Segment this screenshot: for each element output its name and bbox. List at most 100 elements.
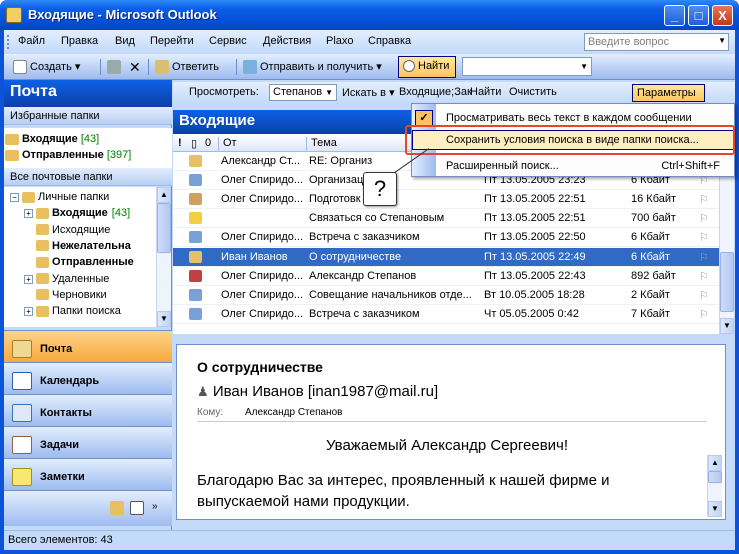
flag-icon[interactable]: ⚐ [699,231,709,244]
expand-toggle-icon[interactable]: − [10,193,19,202]
to-label: Кому: [197,407,224,418]
menu-go[interactable]: Перейти [150,35,194,47]
create-button[interactable]: Создать ▾ [10,58,83,76]
close-button[interactable]: X [712,5,733,26]
message-row[interactable]: Связаться со Степановым Пт 13.05.2005 22:… [173,209,719,229]
menu-bar: Файл Правка Вид Перейти Сервис Действия … [4,30,735,54]
help-placeholder: Введите вопрос [588,36,670,48]
favorite-sent[interactable]: Отправленные [397] [5,149,131,161]
column-subject[interactable]: Тема [311,137,337,149]
scroll-thumb[interactable] [720,252,734,312]
flag-icon[interactable]: ⚐ [699,289,709,302]
expand-toggle-icon[interactable]: + [24,209,33,219]
message-row[interactable]: Олег Спиридо... Подготовк Пт 13.05.2005 22… [173,190,719,210]
checkmark-icon: ✓ [415,110,433,126]
expand-toggle-icon[interactable]: + [24,274,33,284]
look-for-input[interactable]: Степанов ▼ [269,84,337,101]
scroll-thumb[interactable] [157,203,171,253]
message-row[interactable]: Олег Спиридо... Совещание начальников отд… [173,286,719,305]
scroll-down-icon[interactable]: ▼ [720,318,734,334]
message-type-icon [189,269,202,282]
to-recipient[interactable]: Александр Степанов [245,407,342,418]
scroll-down-icon[interactable]: ▼ [708,501,722,517]
chevron-down-icon[interactable]: ▼ [580,62,588,71]
menu-actions[interactable]: Действия [263,35,311,47]
chevron-down-icon[interactable]: ▼ [718,36,726,45]
delete-button[interactable]: ✕ [126,58,144,76]
person-icon: ♟ [197,384,209,399]
message-from: Олег Спиридо... [221,307,303,320]
expand-toggle-icon[interactable]: + [24,307,33,317]
nav-button-notes[interactable]: Заметки [4,458,172,490]
importance-column-icon[interactable]: ! [178,137,182,149]
folder-tree-item[interactable]: Исходящие [24,224,110,236]
outlook-app-icon [6,7,22,23]
scroll-down-icon[interactable]: ▼ [157,311,171,327]
send-receive-button[interactable]: Отправить и получить ▾ [240,58,385,76]
icon-column-icon[interactable]: ▯ [191,137,197,150]
column-from[interactable]: От [223,137,237,149]
attachment-column-icon[interactable]: 0 [205,137,211,149]
chevron-down-icon[interactable]: ▼ [325,88,333,97]
print-button[interactable] [104,58,127,76]
reading-pane-scrollbar[interactable]: ▲ ▼ [707,455,722,517]
scroll-up-icon[interactable]: ▲ [708,455,722,471]
favorite-inbox[interactable]: Входящие [43] [5,133,99,145]
message-size: 6 Кбайт [631,231,670,244]
message-row[interactable]: Олег Спиридо... Встреча с заказчиком Пт 13… [173,228,719,248]
message-type-icon [189,193,202,206]
folder-tree-scrollbar[interactable]: ▲ ▼ [156,187,171,327]
folder-tree-item[interactable]: Нежелательна [24,240,131,252]
find-button[interactable]: Найти [398,56,456,78]
maximize-button[interactable]: □ [688,5,709,26]
flag-icon[interactable]: ⚐ [699,251,709,264]
message-row[interactable]: Олег Спиридо... Встреча с заказчиком Чт 05… [173,305,719,324]
flag-icon[interactable]: ⚐ [699,308,709,321]
menu-item-shortcut: Ctrl+Shift+F [661,160,720,172]
find-now-button[interactable]: Найти [470,86,501,98]
menu-item-advanced-find[interactable]: Расширенный поиск... Ctrl+Shift+F [412,156,734,176]
reply-button[interactable]: Ответить [152,58,222,76]
nav-button-calendar[interactable]: Календарь [4,362,172,394]
message-size: 7 Кбайт [631,307,670,320]
minimize-button[interactable]: _ [664,5,685,26]
menu-tools[interactable]: Сервис [209,35,247,47]
scroll-up-icon[interactable]: ▲ [157,187,171,203]
menu-plaxo[interactable]: Plaxo [326,35,354,47]
nav-button-mail[interactable]: Почта [4,330,172,362]
flag-icon[interactable]: ⚐ [699,193,709,206]
folder-tree-item[interactable]: Отправленные [24,256,134,268]
menu-help[interactable]: Справка [368,35,411,47]
message-sender-text[interactable]: Иван Иванов [inan1987@mail.ru] [213,383,438,400]
find-contact-combo[interactable]: ▼ [462,57,592,76]
message-row[interactable]: Иван Иванов О сотрудничестве Пт 13.05.2005… [173,247,719,267]
folder-tree-item[interactable]: + Удаленные [24,273,109,285]
flag-icon[interactable]: ⚐ [699,270,709,283]
menu-edit[interactable]: Правка [61,35,98,47]
send-receive-icon [243,60,257,75]
message-type-icon [189,250,202,263]
nav-shortcuts-bar: » [4,490,172,526]
menu-file[interactable]: Файл [18,35,45,47]
message-size: 2 Кбайт [631,288,670,301]
folder-tree-item[interactable]: − Личные папки [10,191,109,203]
options-button[interactable]: Параметры ▼ [632,84,705,110]
shortcuts-icon[interactable] [130,501,144,515]
folder-list-icon[interactable] [110,501,124,515]
configure-buttons-icon[interactable]: » [152,501,158,512]
folder-tree-item[interactable]: + Папки поиска [24,305,121,317]
nav-button-contacts[interactable]: Контакты [4,394,172,426]
folder-tree-item[interactable]: Черновики [24,289,107,301]
folder-tree-item[interactable]: + Входящие [43] [24,207,130,219]
notes-icon [12,468,32,486]
nav-button-tasks[interactable]: Задачи [4,426,172,458]
search-in-button[interactable]: Искать в ▾ [342,86,395,99]
help-question-input[interactable]: Введите вопрос ▼ [584,33,729,51]
flag-icon[interactable]: ⚐ [699,212,709,225]
menu-view[interactable]: Вид [115,35,135,47]
message-row[interactable]: Олег Спиридо... Александр Степанов Пт 13.0… [173,267,719,286]
scroll-thumb[interactable] [708,471,722,483]
message-subject: Встреча с заказчиком [309,307,420,320]
menubar-grip [7,35,10,49]
clear-button[interactable]: Очистить [509,86,557,98]
